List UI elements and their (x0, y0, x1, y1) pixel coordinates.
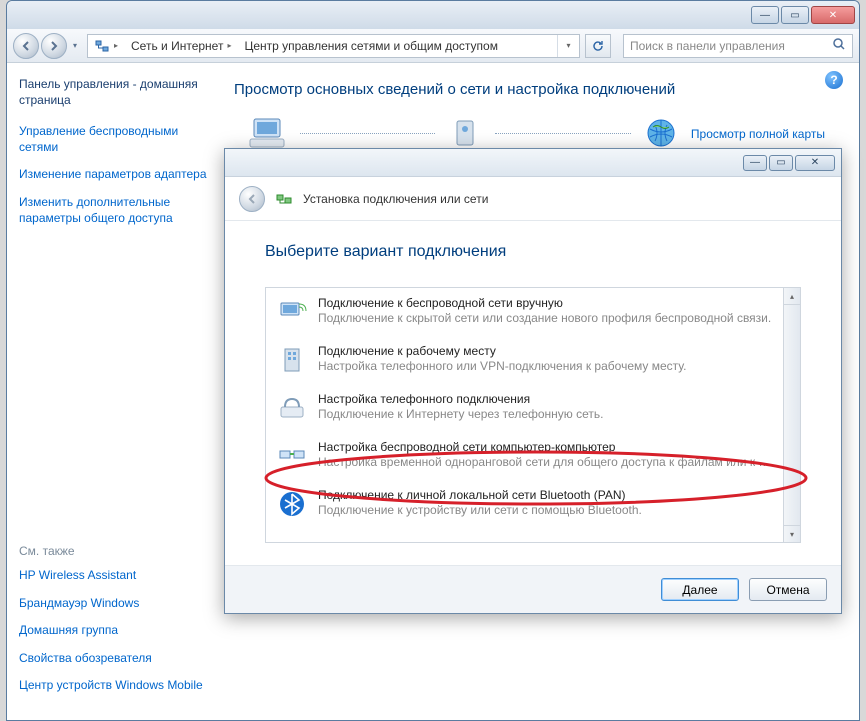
wizard-minimize-button[interactable]: — (743, 155, 767, 171)
wizard-icon (275, 190, 293, 208)
monitor-wifi-icon (276, 296, 308, 328)
refresh-icon (591, 39, 605, 53)
control-panel-home-link[interactable]: Панель управления - домашняя страница (19, 77, 210, 108)
search-icon (832, 37, 846, 54)
wizard-maximize-button[interactable]: ▭ (769, 155, 793, 171)
wizard-close-button[interactable]: ✕ (795, 155, 835, 171)
address-bar[interactable]: ▸ Сеть и Интернет▸ Центр управления сетя… (87, 34, 580, 58)
see-also-wmdc[interactable]: Центр устройств Windows Mobile (19, 678, 210, 694)
wizard-title: Установка подключения или сети (303, 192, 488, 206)
see-also-internet-options[interactable]: Свойства обозревателя (19, 651, 210, 667)
connection-options-list: Подключение к беспроводной сети вручнуюП… (265, 287, 801, 543)
page-title: Просмотр основных сведений о сети и наст… (234, 81, 835, 98)
next-button[interactable]: Далее (661, 578, 739, 601)
router-icon (439, 114, 491, 152)
sidebar-link-wireless[interactable]: Управление беспроводными сетями (19, 124, 210, 155)
option-dialup[interactable]: Настройка телефонного подключенияПодключ… (266, 384, 783, 432)
phone-modem-icon (276, 392, 308, 424)
back-button[interactable] (13, 33, 39, 59)
setup-connection-wizard: — ▭ ✕ Установка подключения или сети Выб… (224, 148, 842, 614)
option-bluetooth-pan[interactable]: Подключение к личной локальной сети Blue… (266, 480, 783, 528)
option-manual-wireless[interactable]: Подключение к беспроводной сети вручнуюП… (266, 288, 783, 336)
help-icon[interactable]: ? (825, 71, 843, 89)
bluetooth-icon (276, 488, 308, 520)
see-also-firewall[interactable]: Брандмауэр Windows (19, 596, 210, 612)
network-map-row: Просмотр полной карты (234, 114, 835, 152)
breadcrumb-seg-1[interactable]: Сеть и Интернет▸ (125, 35, 238, 57)
wizard-back-button[interactable] (239, 186, 265, 212)
window-titlebar: — ▭ ✕ (7, 1, 859, 29)
see-also-homegroup[interactable]: Домашняя группа (19, 623, 210, 639)
arrow-left-icon (20, 40, 32, 52)
arrow-left-icon (246, 193, 258, 205)
see-also-label: См. также (19, 544, 210, 558)
globe-icon (635, 114, 687, 152)
wizard-heading: Выберите вариант подключения (265, 243, 801, 261)
sidebar-link-sharing[interactable]: Изменить дополнительные параметры общего… (19, 195, 210, 226)
search-placeholder: Поиск в панели управления (630, 39, 785, 53)
maximize-button[interactable]: ▭ (781, 6, 809, 24)
option-adhoc[interactable]: Настройка беспроводной сети компьютер-ко… (266, 432, 783, 480)
nav-arrows: ▾ (13, 33, 81, 59)
option-workplace[interactable]: Подключение к рабочему местуНастройка те… (266, 336, 783, 384)
wizard-body: Выберите вариант подключения Подключение… (225, 221, 841, 565)
breadcrumb-seg-2[interactable]: Центр управления сетями и общим доступом (238, 35, 505, 57)
full-map-link[interactable]: Просмотр полной карты (691, 125, 825, 141)
adhoc-network-icon (276, 440, 308, 472)
navigation-bar: ▾ ▸ Сеть и Интернет▸ Центр управления се… (7, 29, 859, 63)
history-dropdown[interactable]: ▾ (69, 33, 81, 59)
building-icon (276, 344, 308, 376)
see-also-hp[interactable]: HP Wireless Assistant (19, 568, 210, 584)
wizard-header: Установка подключения или сети (225, 177, 841, 221)
scrollbar[interactable]: ▴ ▾ (783, 288, 800, 542)
refresh-button[interactable] (585, 34, 611, 58)
sidebar-link-adapter[interactable]: Изменение параметров адаптера (19, 167, 210, 183)
minimize-button[interactable]: — (751, 6, 779, 24)
network-icon (94, 38, 110, 54)
search-input[interactable]: Поиск в панели управления (623, 34, 853, 58)
cancel-button[interactable]: Отмена (749, 578, 827, 601)
address-root-icon[interactable]: ▸ (88, 35, 125, 57)
wizard-footer: Далее Отмена (225, 565, 841, 613)
sidebar: Панель управления - домашняя страница Уп… (7, 63, 222, 720)
address-dropdown[interactable]: ▾ (557, 35, 579, 57)
wizard-titlebar: — ▭ ✕ (225, 149, 841, 177)
arrow-right-icon (48, 40, 60, 52)
forward-button[interactable] (41, 33, 67, 59)
computer-icon (244, 114, 296, 152)
close-button[interactable]: ✕ (811, 6, 855, 24)
